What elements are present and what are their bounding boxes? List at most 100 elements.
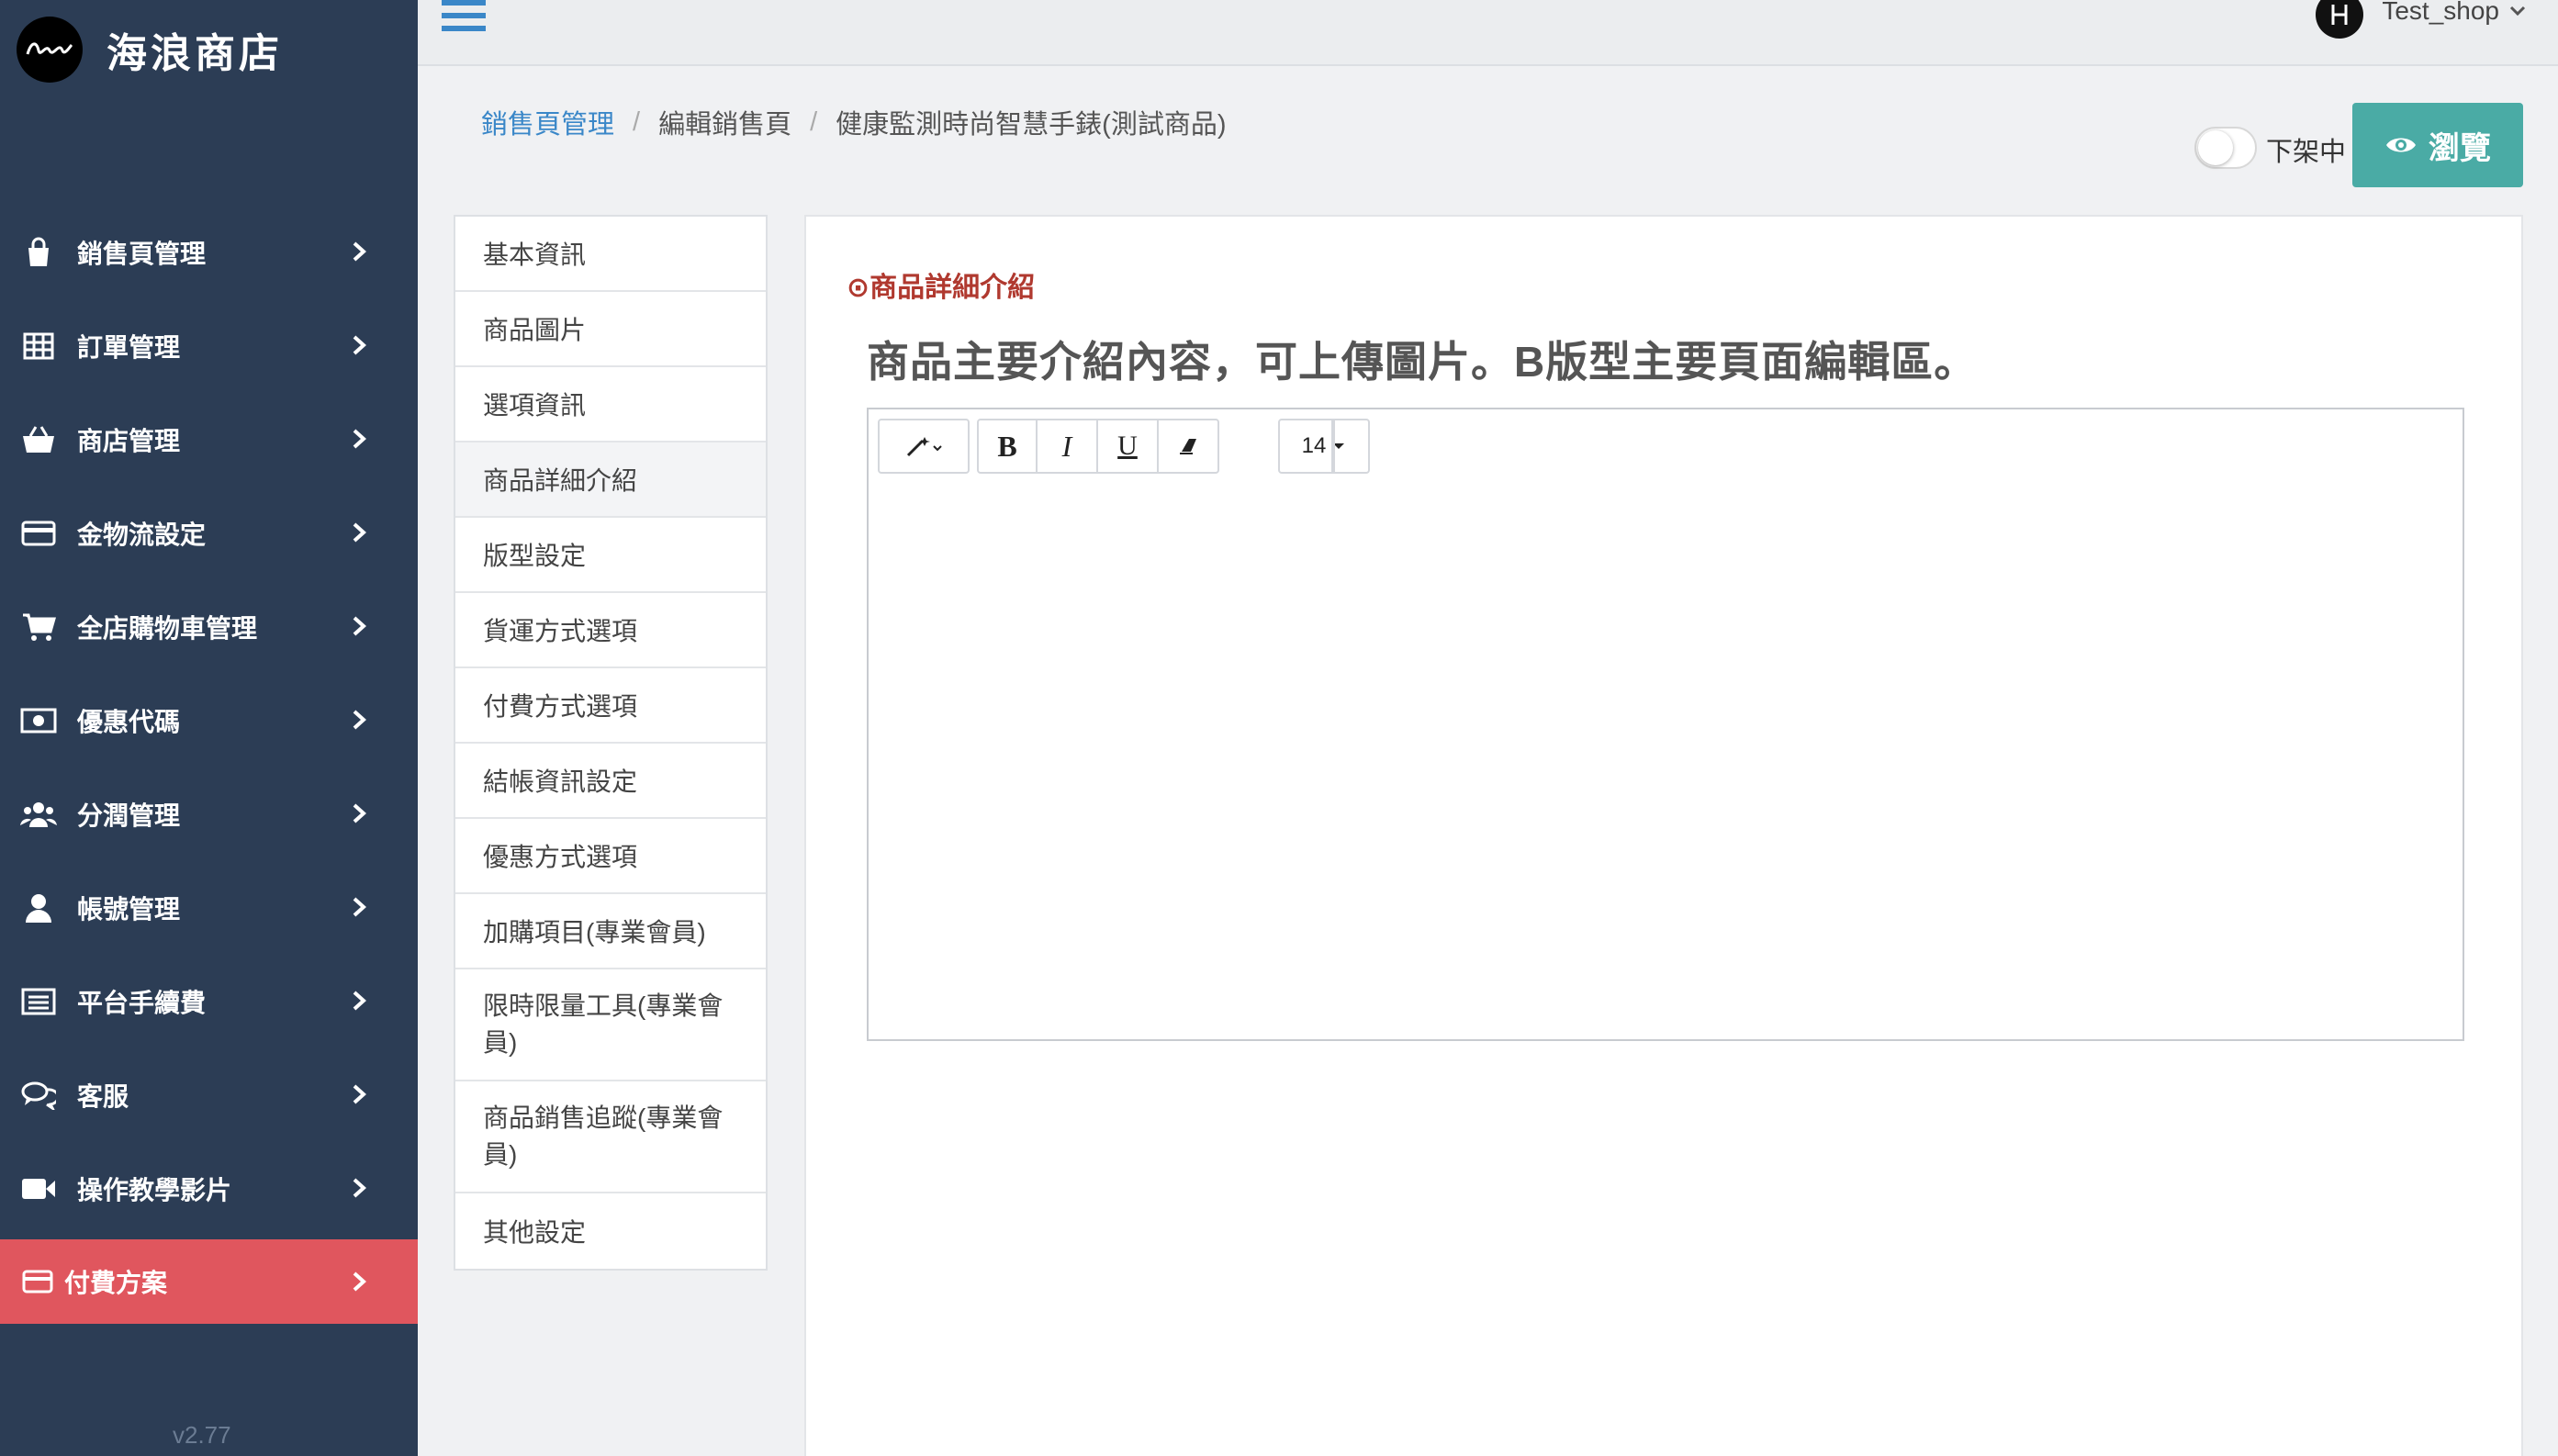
- chevron-right-icon: [353, 429, 366, 449]
- breadcrumb-middle: 編輯銷售頁: [658, 110, 792, 140]
- credit-card-icon: [20, 515, 57, 552]
- users-icon: [20, 796, 57, 833]
- shopping-bag-icon: [20, 234, 57, 271]
- magic-wand-icon: [906, 437, 942, 457]
- user-menu[interactable]: Test_shop: [2316, 0, 2527, 39]
- table-icon: [20, 328, 57, 364]
- chevron-right-icon: [353, 241, 366, 262]
- breadcrumb-separator: /: [633, 106, 641, 137]
- tab-layout[interactable]: 版型設定: [455, 518, 766, 593]
- chevron-right-icon: [353, 522, 366, 543]
- magic-style-button[interactable]: [880, 420, 968, 472]
- version-label: v2.77: [173, 1421, 231, 1449]
- breadcrumb-current: 健康監測時尚智慧手錶(測試商品): [836, 110, 1227, 140]
- tab-product-details[interactable]: 商品詳細介紹: [455, 442, 766, 518]
- tab-shipping[interactable]: 貨運方式選項: [455, 593, 766, 668]
- sidebar: 海浪商店 銷售頁管理 訂單管理 商店管理 金物流設定 全店購物車管理 優惠代碼 …: [0, 0, 418, 1456]
- sidebar-item-tutorial-videos[interactable]: 操作教學影片: [0, 1142, 418, 1236]
- section-heading: 商品主要介紹內容，可上傳圖片。B版型主要頁面編輯區。: [867, 338, 1978, 386]
- toggle-knob: [2198, 130, 2233, 165]
- chevron-down-icon: [2509, 6, 2526, 17]
- breadcrumb-separator: /: [810, 106, 818, 137]
- publish-toggle[interactable]: [2194, 127, 2257, 169]
- sidebar-item-label: 商店管理: [77, 427, 181, 455]
- tab-sales-tracking[interactable]: 商品銷售追蹤(專業會員): [455, 1081, 766, 1193]
- chevron-right-icon: [353, 335, 366, 355]
- wave-logo-icon: [17, 17, 83, 83]
- username: Test_shop: [2382, 0, 2499, 25]
- sidebar-item-label: 帳號管理: [77, 895, 181, 924]
- basket-icon: [20, 421, 57, 458]
- brand[interactable]: 海浪商店: [17, 17, 283, 83]
- section-title: ⊙商品詳細介紹: [847, 273, 1036, 303]
- hamburger-menu-icon[interactable]: [442, 0, 486, 35]
- chat-icon: [20, 1077, 57, 1114]
- toolbar-group-color: [1331, 419, 1335, 474]
- sidebar-item-store[interactable]: 商店管理: [0, 393, 418, 487]
- sidebar-item-orders[interactable]: 訂單管理: [0, 299, 418, 393]
- editor-toolbar: B I U 14: [869, 409, 2463, 483]
- tab-product-images[interactable]: 商品圖片: [455, 292, 766, 367]
- sidebar-item-label: 付費方案: [64, 1269, 168, 1297]
- sidebar-item-label: 金物流設定: [77, 521, 207, 549]
- bold-button[interactable]: B: [979, 420, 1038, 472]
- tab-other-settings[interactable]: 其他設定: [455, 1193, 766, 1269]
- preview-button-label: 瀏覽: [2429, 130, 2491, 166]
- sidebar-item-label: 客服: [77, 1082, 129, 1111]
- toolbar-group-style: [878, 419, 970, 474]
- avatar: [2316, 0, 2364, 39]
- eye-icon: [2386, 138, 2416, 152]
- sidebar-item-label: 分潤管理: [77, 801, 181, 830]
- sidebar-item-platform-fee[interactable]: 平台手續費: [0, 955, 418, 1048]
- toolbar-group-font: B I U: [977, 419, 1219, 474]
- rich-text-editor-main: B I U 14: [867, 408, 2464, 1041]
- brand-name: 海浪商店: [107, 31, 283, 76]
- chevron-right-icon: [353, 897, 366, 917]
- tab-options[interactable]: 選項資訊: [455, 367, 766, 442]
- cart-icon: [20, 609, 57, 645]
- list-icon: [20, 983, 57, 1020]
- font-size-dropdown[interactable]: 14: [1280, 420, 1368, 472]
- toolbar-group-size: 14: [1278, 419, 1370, 474]
- sidebar-nav: 銷售頁管理 訂單管理 商店管理 金物流設定 全店購物車管理 優惠代碼 分潤管理 …: [0, 206, 418, 1324]
- chevron-right-icon: [353, 710, 366, 730]
- clear-format-button[interactable]: [1159, 420, 1217, 472]
- preview-button[interactable]: 瀏覽: [2352, 103, 2523, 187]
- tab-checkout[interactable]: 結帳資訊設定: [455, 744, 766, 819]
- tab-limited-time[interactable]: 限時限量工具(專業會員): [455, 969, 766, 1081]
- sidebar-item-customer-service[interactable]: 客服: [0, 1048, 418, 1142]
- chevron-right-icon: [353, 1084, 366, 1104]
- tab-discount[interactable]: 優惠方式選項: [455, 819, 766, 894]
- tab-payment[interactable]: 付費方式選項: [455, 668, 766, 744]
- tab-basic-info[interactable]: 基本資訊: [455, 217, 766, 292]
- user-icon: [20, 890, 57, 926]
- underline-button[interactable]: U: [1098, 420, 1159, 472]
- publish-status-label: 下架中: [2266, 138, 2347, 167]
- credit-card-icon: [22, 1263, 53, 1300]
- settings-tab-list: 基本資訊 商品圖片 選項資訊 商品詳細介紹 版型設定 貨運方式選項 付費方式選項…: [454, 215, 768, 1271]
- sidebar-item-label: 優惠代碼: [77, 708, 181, 736]
- sidebar-item-label: 全店購物車管理: [77, 614, 258, 643]
- chevron-right-icon: [353, 991, 366, 1011]
- font-size-value: 14: [1301, 433, 1327, 458]
- chevron-right-icon: [353, 616, 366, 636]
- breadcrumb-root-link[interactable]: 銷售頁管理: [481, 103, 614, 141]
- sidebar-item-profit-sharing[interactable]: 分潤管理: [0, 767, 418, 861]
- italic-button[interactable]: I: [1038, 420, 1098, 472]
- sidebar-item-account[interactable]: 帳號管理: [0, 861, 418, 955]
- sidebar-item-label: 操作教學影片: [77, 1176, 232, 1204]
- chevron-right-icon: [353, 803, 366, 823]
- topbar: Test_shop: [418, 0, 2558, 66]
- money-icon: [20, 702, 57, 739]
- tab-add-on[interactable]: 加購項目(專業會員): [455, 894, 766, 969]
- main-content: ⊙商品詳細介紹 商品主要介紹內容，可上傳圖片。B版型主要頁面編輯區。 B I U…: [804, 215, 2523, 1456]
- sidebar-item-coupons[interactable]: 優惠代碼: [0, 674, 418, 767]
- sidebar-item-label: 訂單管理: [77, 333, 181, 362]
- sidebar-item-payment-logistics[interactable]: 金物流設定: [0, 487, 418, 580]
- sidebar-item-cart[interactable]: 全店購物車管理: [0, 580, 418, 674]
- video-icon: [20, 1170, 57, 1207]
- sidebar-item-paid-plan[interactable]: 付費方案: [0, 1239, 418, 1324]
- eraser-icon: [1180, 439, 1196, 454]
- chevron-right-icon: [353, 1271, 366, 1292]
- sidebar-item-sales-pages[interactable]: 銷售頁管理: [0, 206, 418, 299]
